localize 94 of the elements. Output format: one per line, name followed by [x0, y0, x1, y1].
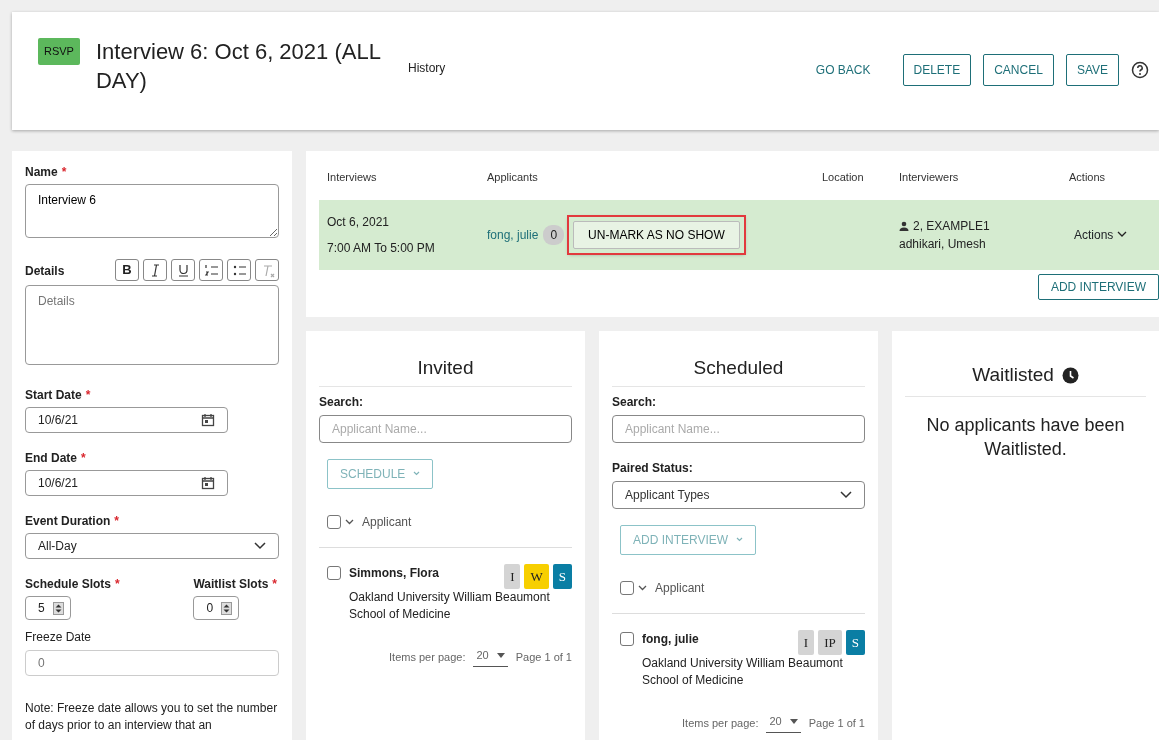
status-badge: S	[552, 563, 572, 590]
number-field[interactable]: 0	[193, 596, 240, 620]
status-badge: S	[845, 629, 865, 656]
field-label: Details	[25, 263, 65, 280]
required-mark: *	[114, 513, 119, 530]
school-name: Oakland University William Beaumont School of Medicine	[349, 589, 551, 623]
details-field[interactable]: Details	[25, 285, 279, 365]
school-name: Oakland University William Beaumont School of Medicine	[642, 655, 844, 689]
panel-title: Invited	[319, 331, 572, 387]
field-label: Freeze Date	[25, 629, 93, 646]
column-header: Actions	[1069, 170, 1107, 185]
interview-time: 7:00 AM To 5:00 PM	[327, 239, 436, 257]
select-all-checkbox[interactable]	[620, 580, 634, 595]
status-select[interactable]: Applicant Types	[612, 480, 865, 509]
status-badge: I	[504, 563, 521, 590]
status-badge: I	[797, 629, 815, 656]
required-mark: *	[81, 450, 86, 467]
status-badge: W	[524, 563, 549, 590]
no-show-button[interactable]: UN-MARK AS NO SHOW	[573, 220, 740, 249]
field-label: End Date	[25, 450, 77, 467]
page-size-select[interactable]: 20	[473, 646, 508, 668]
chevron-down-icon[interactable]	[638, 584, 647, 591]
history-link[interactable]: History	[407, 59, 446, 77]
page-info: Page 1 of 1	[808, 715, 865, 731]
help-icon[interactable]	[1131, 61, 1149, 79]
interview-date: Oct 6, 2021	[327, 213, 391, 231]
applicant-link[interactable]: fong, julie	[487, 225, 539, 244]
chevron-down-icon	[254, 542, 266, 550]
back-link[interactable]: GO BACK	[809, 60, 877, 80]
applicant-name: Simmons, Flora	[349, 564, 440, 582]
dropdown-arrow-icon	[789, 718, 798, 724]
required-mark: *	[85, 387, 91, 404]
note-text: Note: Freeze date allows you to set the number of days prior to an interview that an	[25, 700, 279, 734]
column-header: Interviewers	[899, 170, 960, 185]
chevron-down-icon	[840, 490, 852, 499]
required-mark: *	[272, 576, 277, 593]
freeze-date-field[interactable]: 0	[25, 650, 279, 676]
action-button[interactable]: SAVE	[1065, 54, 1119, 86]
column-header: Applicant	[362, 513, 412, 531]
person-icon	[899, 220, 909, 231]
column-header: Applicants	[487, 170, 539, 185]
spinner-icon	[221, 601, 233, 615]
page-size-select[interactable]: 20	[766, 712, 801, 734]
select-all-checkbox[interactable]	[327, 514, 341, 529]
duration-select[interactable]: All-Day	[25, 533, 279, 559]
field-label: Waitlist Slots	[193, 576, 269, 593]
interview-row[interactable]: Oct 6, 2021 7:00 AM To 5:00 PM fong, julie 0 UN-MARK AS NO SHOW 2, EXAMPLE1 adhikari, Umesh Actions	[319, 199, 1159, 270]
row-checkbox[interactable]	[620, 631, 634, 646]
search-label: Search:	[612, 393, 658, 411]
search-label: Search:	[319, 393, 365, 411]
required-mark: *	[61, 164, 67, 181]
column-header: Applicant	[655, 579, 705, 597]
name-field[interactable]: Interview 6	[25, 184, 279, 238]
filter-label: Paired Status:	[612, 459, 694, 477]
column-header: Location	[822, 170, 865, 185]
page-title: Interview 6: Oct 6, 2021 (ALL DAY)	[95, 38, 382, 95]
empty-message: No applicants have been Waitlisted.	[925, 413, 1126, 461]
field-label: Start Date	[25, 387, 82, 404]
chevron-down-icon	[413, 471, 421, 477]
action-button[interactable]: CANCEL	[983, 54, 1054, 86]
interviewer-name: adhikari, Umesh	[899, 235, 987, 253]
applicant-name: fong, julie	[642, 630, 699, 648]
date-field[interactable]: 10/6/21	[25, 470, 228, 496]
pagination-label: Items per page:	[682, 715, 759, 731]
date-field[interactable]: 10/6/21	[25, 407, 228, 433]
bold-button[interactable]: B	[115, 259, 139, 281]
chevron-down-icon[interactable]	[345, 518, 354, 525]
search-field[interactable]: Applicant Name...	[612, 414, 865, 443]
required-mark: *	[115, 576, 120, 593]
calendar-icon	[201, 476, 215, 490]
add-interview-button[interactable]: ADD INTERVIEW	[1037, 273, 1159, 300]
field-label: Event Duration	[25, 513, 111, 530]
column-header: Interviews	[327, 170, 378, 185]
count-badge: 0	[543, 224, 565, 245]
row-checkbox[interactable]	[327, 565, 341, 580]
field-label: Name	[25, 164, 58, 181]
status-badge: IP	[818, 629, 842, 656]
panel-title: Scheduled	[612, 331, 865, 387]
search-field[interactable]: Applicant Name...	[319, 414, 572, 443]
calendar-icon	[201, 413, 215, 427]
field-label: Schedule Slots	[25, 576, 112, 593]
rsvp-badge: RSVP	[38, 38, 80, 65]
actions-dropdown[interactable]: Actions	[1073, 224, 1129, 245]
pagination-label: Items per page:	[389, 649, 466, 665]
number-field[interactable]: 5	[25, 596, 71, 620]
page-info: Page 1 of 1	[515, 649, 572, 665]
clock-icon	[1061, 366, 1079, 384]
chevron-down-icon	[1117, 231, 1128, 238]
chevron-down-icon	[736, 537, 744, 543]
panel-title: Waitlisted	[972, 363, 1054, 387]
action-button[interactable]: DELETE	[902, 54, 972, 86]
interviewer-name: 2, EXAMPLE1	[913, 217, 990, 235]
spinner-icon	[52, 601, 64, 615]
dropdown-arrow-icon	[496, 652, 505, 658]
